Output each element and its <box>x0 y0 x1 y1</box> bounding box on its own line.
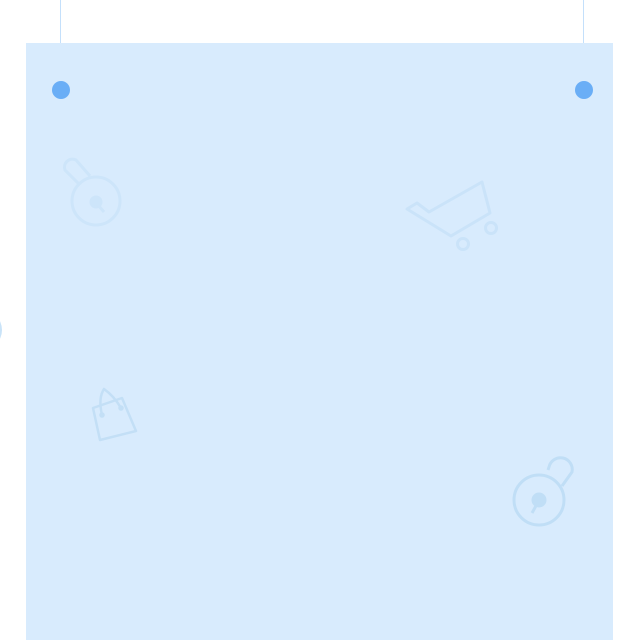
pin-right <box>575 81 593 99</box>
hanging-panel <box>26 43 613 640</box>
pin-left <box>52 81 70 99</box>
partial-circle-decoration <box>0 321 2 339</box>
page <box>0 0 640 640</box>
